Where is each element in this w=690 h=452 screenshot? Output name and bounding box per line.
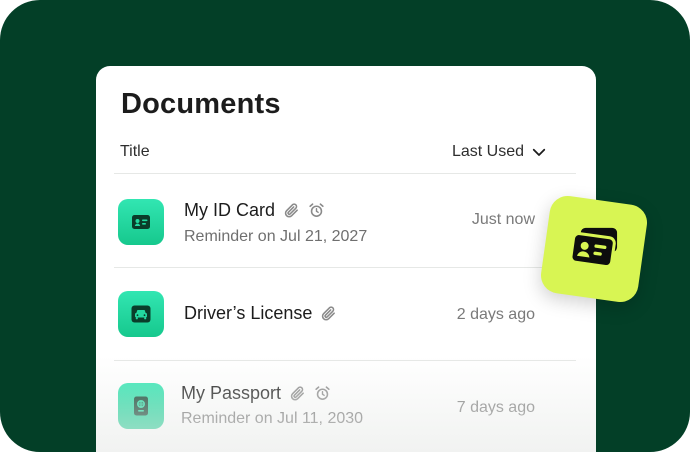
sort-label: Last Used xyxy=(451,143,524,160)
document-name-text: My ID Card xyxy=(184,200,276,220)
documents-panel: Documents Title Last Used My ID Card Rem… xyxy=(96,66,596,452)
document-name-text: My Passport xyxy=(181,383,282,403)
last-used-text: 2 days ago xyxy=(456,306,535,323)
paperclip-icon xyxy=(290,386,304,401)
id-card-icon xyxy=(118,199,164,245)
column-title-label: Title xyxy=(120,143,150,160)
page-title: Documents xyxy=(121,88,281,120)
passport-icon xyxy=(118,383,164,429)
chevron-down-icon xyxy=(532,148,546,156)
alarm-clock-icon xyxy=(309,203,324,217)
sort-dropdown[interactable]: Last Used xyxy=(452,143,548,161)
reminder-text: Reminder on Jul 21, 2027 xyxy=(184,228,368,245)
document-row-passport[interactable]: My Passport Reminder on Jul 11, 2030 7 d… xyxy=(116,361,576,452)
document-name: Driver’s License xyxy=(184,303,337,324)
reminder-text: Reminder on Jul 11, 2030 xyxy=(181,410,364,427)
paperclip-icon xyxy=(284,203,298,218)
paperclip-icon xyxy=(322,306,336,321)
last-used-text: Just now xyxy=(471,211,535,228)
document-name: My ID Card xyxy=(184,200,325,221)
id-cards-icon xyxy=(569,227,618,269)
document-name-text: Driver’s License xyxy=(184,303,313,323)
document-row-id-card[interactable]: My ID Card Reminder on Jul 21, 2027 Just… xyxy=(116,174,576,266)
document-row-drivers-license[interactable]: Driver’s License 2 days ago xyxy=(116,268,576,360)
column-header: Title Last Used xyxy=(120,143,548,165)
document-name: My Passport xyxy=(181,383,331,404)
alarm-clock-icon xyxy=(315,386,330,400)
id-cards-badge xyxy=(538,193,650,305)
app-frame: Documents Title Last Used My ID Card Rem… xyxy=(0,0,690,452)
last-used-text: 7 days ago xyxy=(456,399,535,416)
car-icon xyxy=(118,291,164,337)
